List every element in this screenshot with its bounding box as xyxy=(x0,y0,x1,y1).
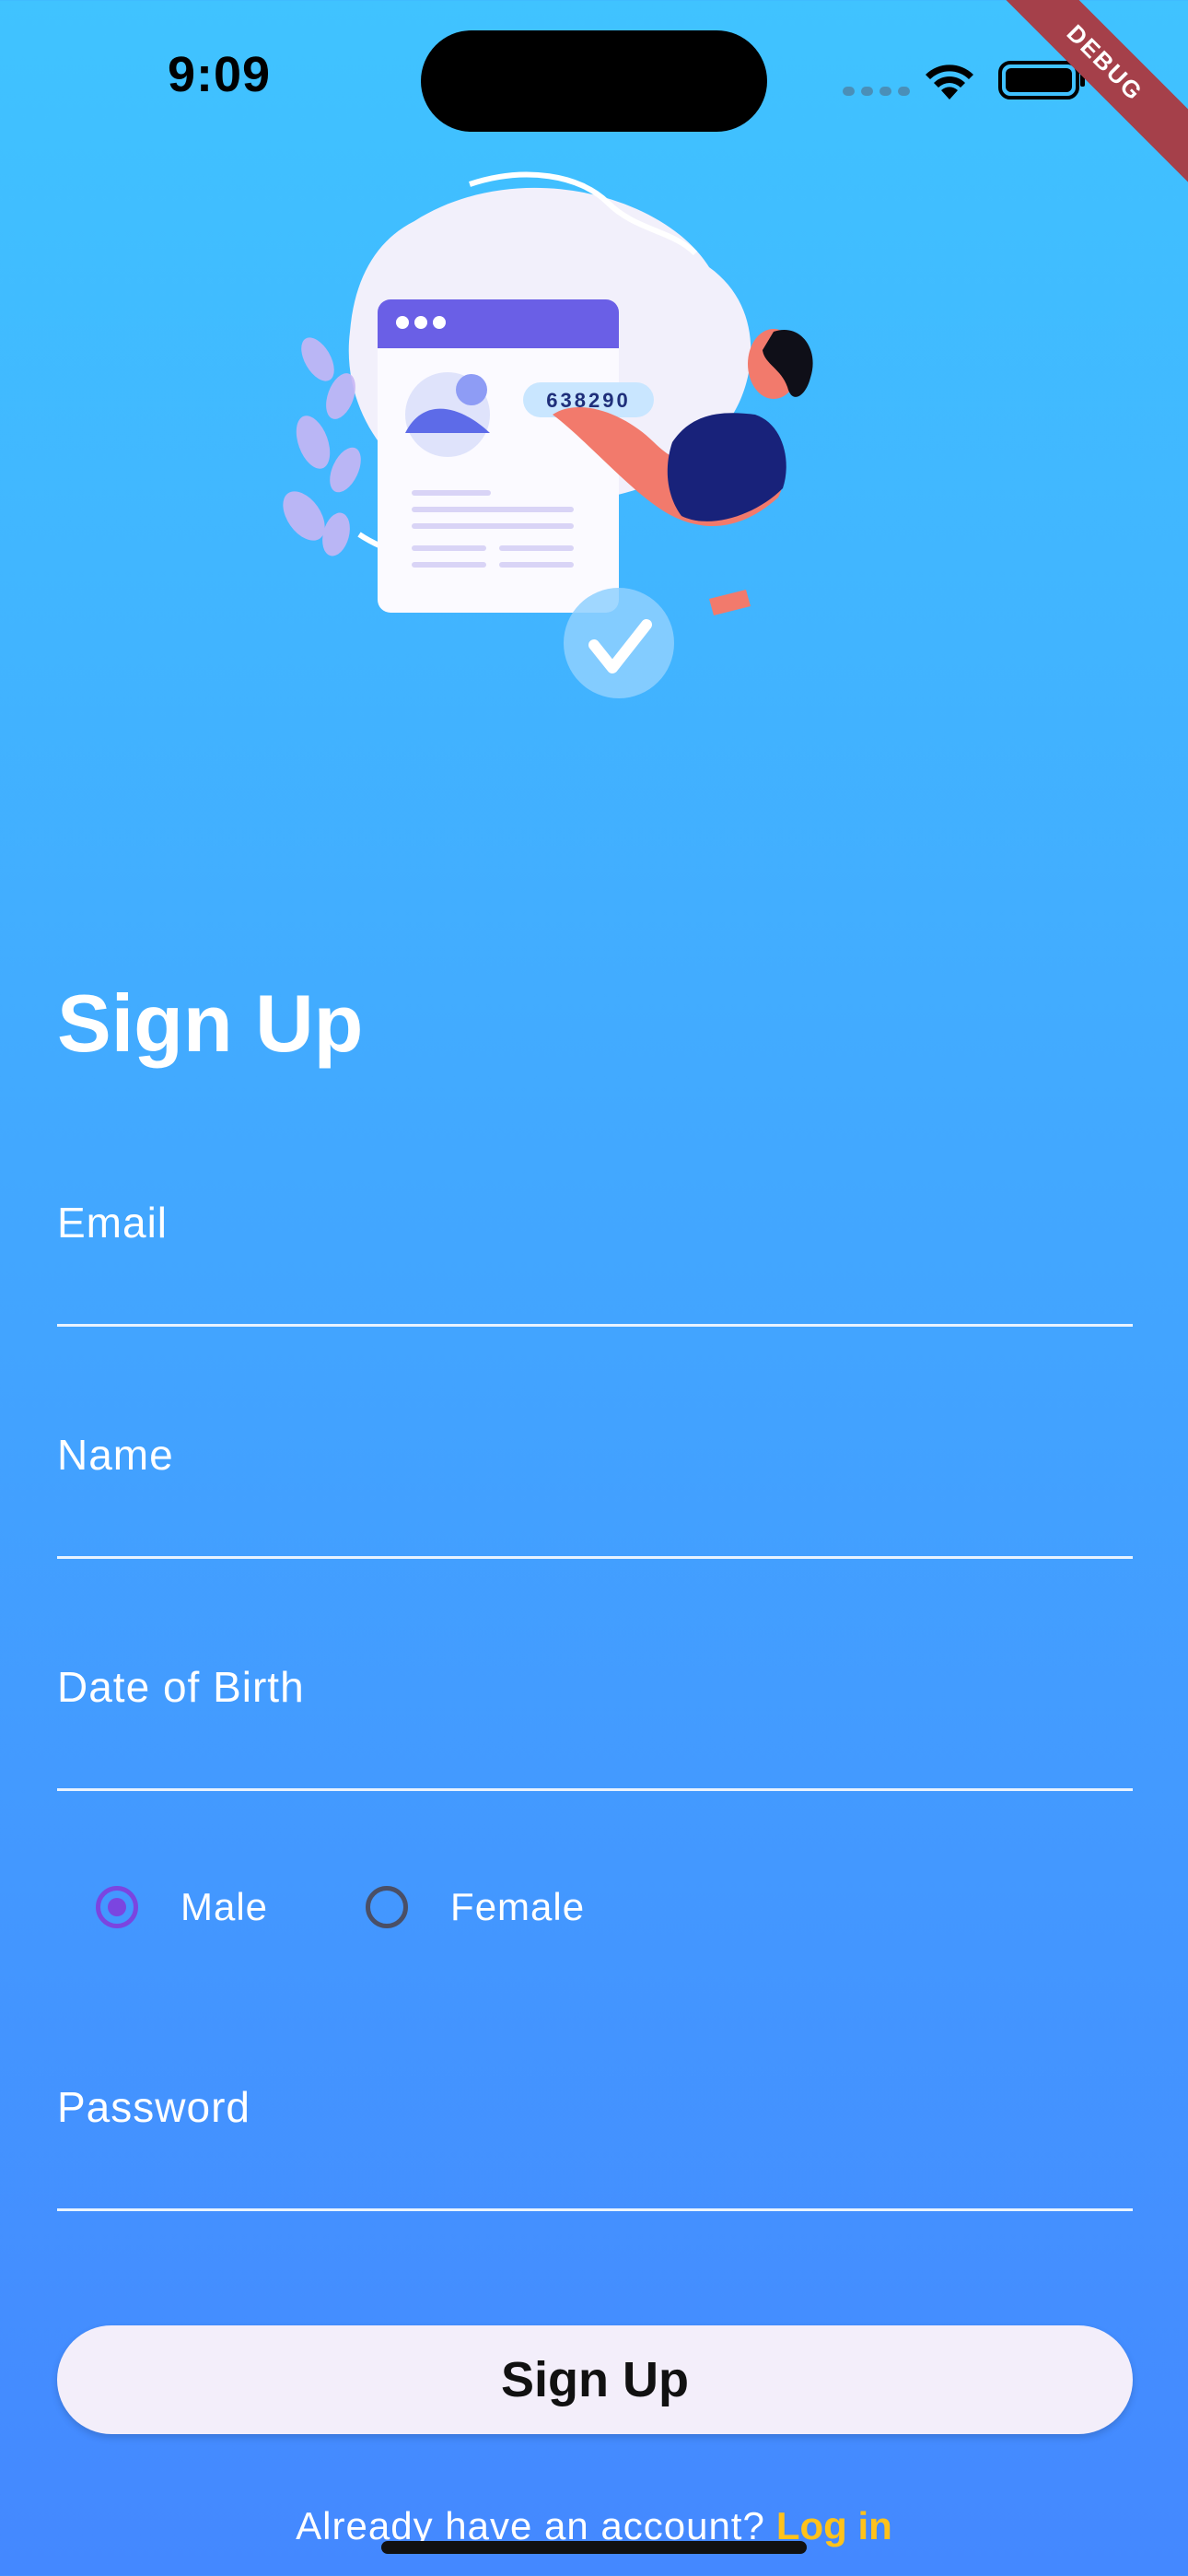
status-time: 9:09 xyxy=(168,47,272,102)
email-input[interactable] xyxy=(57,1198,1136,1329)
radio-male-selected-icon[interactable] xyxy=(96,1886,138,1928)
gender-option-male[interactable]: Male xyxy=(96,1885,268,1929)
signup-illustration: 638290 xyxy=(283,171,813,698)
cellular-signal-icon xyxy=(843,87,910,96)
gender-option-female[interactable]: Female xyxy=(366,1885,585,1929)
gender-option-label: Male xyxy=(181,1885,269,1928)
dob-input[interactable] xyxy=(57,1662,1136,1793)
email-field[interactable]: Email xyxy=(57,1198,1136,1329)
home-indicator[interactable] xyxy=(381,2541,807,2554)
password-input[interactable] xyxy=(57,2082,1136,2213)
wifi-icon xyxy=(926,64,973,100)
dynamic-island xyxy=(421,30,767,132)
gender-option-label: Female xyxy=(450,1885,586,1928)
dob-field-underline xyxy=(57,1788,1133,1791)
password-field[interactable]: Password xyxy=(57,2082,1136,2213)
dob-field[interactable]: Date of Birth xyxy=(57,1662,1136,1793)
name-field[interactable]: Name xyxy=(57,1430,1136,1561)
page-title: Sign Up xyxy=(57,978,364,1069)
name-field-underline xyxy=(57,1556,1133,1559)
password-field-underline xyxy=(57,2208,1133,2211)
email-field-underline xyxy=(57,1324,1133,1327)
name-input[interactable] xyxy=(57,1430,1136,1561)
gender-radio-group: Male Female xyxy=(96,1879,682,1935)
radio-female-unselected-icon[interactable] xyxy=(366,1886,409,1928)
debug-banner: DEBUG xyxy=(949,0,1188,218)
sign-up-button[interactable]: Sign Up xyxy=(57,2325,1133,2434)
